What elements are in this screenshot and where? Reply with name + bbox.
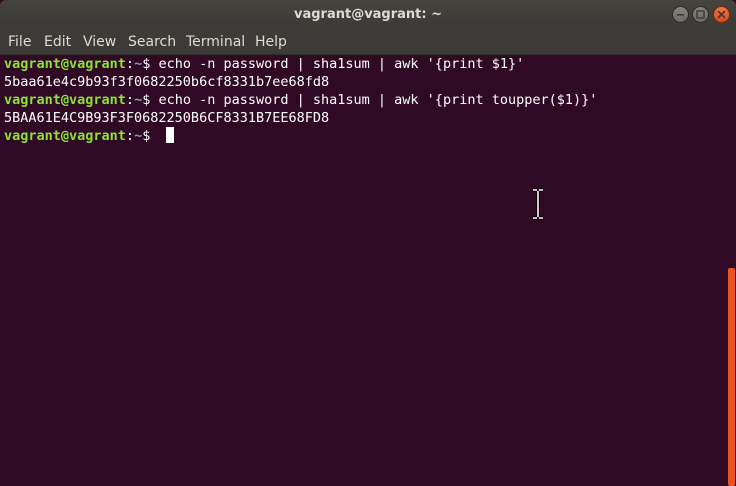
- maximize-button[interactable]: [692, 6, 709, 23]
- title-bar[interactable]: vagrant@vagrant: ~: [0, 0, 736, 30]
- menu-edit[interactable]: Edit: [44, 30, 71, 54]
- terminal-window: vagrant@vagrant: ~ File Edit View Search…: [0, 0, 736, 486]
- terminal-output[interactable]: vagrant@vagrant:~$ echo -n password | sh…: [0, 55, 726, 486]
- menu-file[interactable]: File: [8, 30, 31, 54]
- prompt-symbol: $: [142, 92, 159, 108]
- scrollbar-thumb[interactable]: [728, 268, 735, 486]
- text-cursor: [166, 127, 175, 143]
- prompt-separator: :: [125, 92, 135, 108]
- menu-terminal[interactable]: Terminal: [186, 30, 245, 54]
- prompt-user: vagrant@vagrant: [4, 128, 126, 144]
- terminal-line-output: 5baa61e4c9b93f3f0682250b6cf8331b7ee68fd8: [4, 74, 330, 90]
- prompt-path: ~: [134, 92, 143, 108]
- menu-bar: File Edit View Search Terminal Help: [0, 30, 736, 55]
- prompt-user: vagrant@vagrant: [4, 92, 126, 108]
- prompt-symbol: $: [142, 128, 159, 144]
- prompt-separator: :: [125, 128, 135, 144]
- minimize-icon: [677, 14, 684, 16]
- prompt-user: vagrant@vagrant: [4, 56, 126, 72]
- terminal-line-command: vagrant@vagrant:~$ echo -n password | sh…: [4, 91, 726, 109]
- text-cursor-ibeam-icon: [533, 188, 543, 220]
- maximize-icon: [696, 10, 705, 19]
- close-button[interactable]: [713, 6, 730, 23]
- command-text: echo -n password | sha1sum | awk '{print…: [158, 56, 525, 72]
- prompt-path: ~: [134, 56, 143, 72]
- terminal-line-output: 5BAA61E4C9B93F3F0682250B6CF8331B7EE68FD8: [4, 110, 330, 126]
- prompt-path: ~: [134, 128, 143, 144]
- minimize-button[interactable]: [672, 6, 689, 23]
- menu-search[interactable]: Search: [128, 30, 176, 54]
- prompt-separator: :: [125, 56, 135, 72]
- prompt-symbol: $: [142, 56, 159, 72]
- scrollbar[interactable]: [727, 55, 736, 486]
- close-icon: [717, 10, 726, 19]
- terminal-line-command: vagrant@vagrant:~$ echo -n password | sh…: [4, 55, 726, 73]
- menu-help[interactable]: Help: [255, 30, 287, 54]
- window-title: vagrant@vagrant: ~: [293, 7, 443, 22]
- menu-view[interactable]: View: [83, 30, 116, 54]
- command-text: echo -n password | sha1sum | awk '{print…: [158, 92, 598, 108]
- terminal-line-prompt: vagrant@vagrant:~$: [4, 127, 726, 145]
